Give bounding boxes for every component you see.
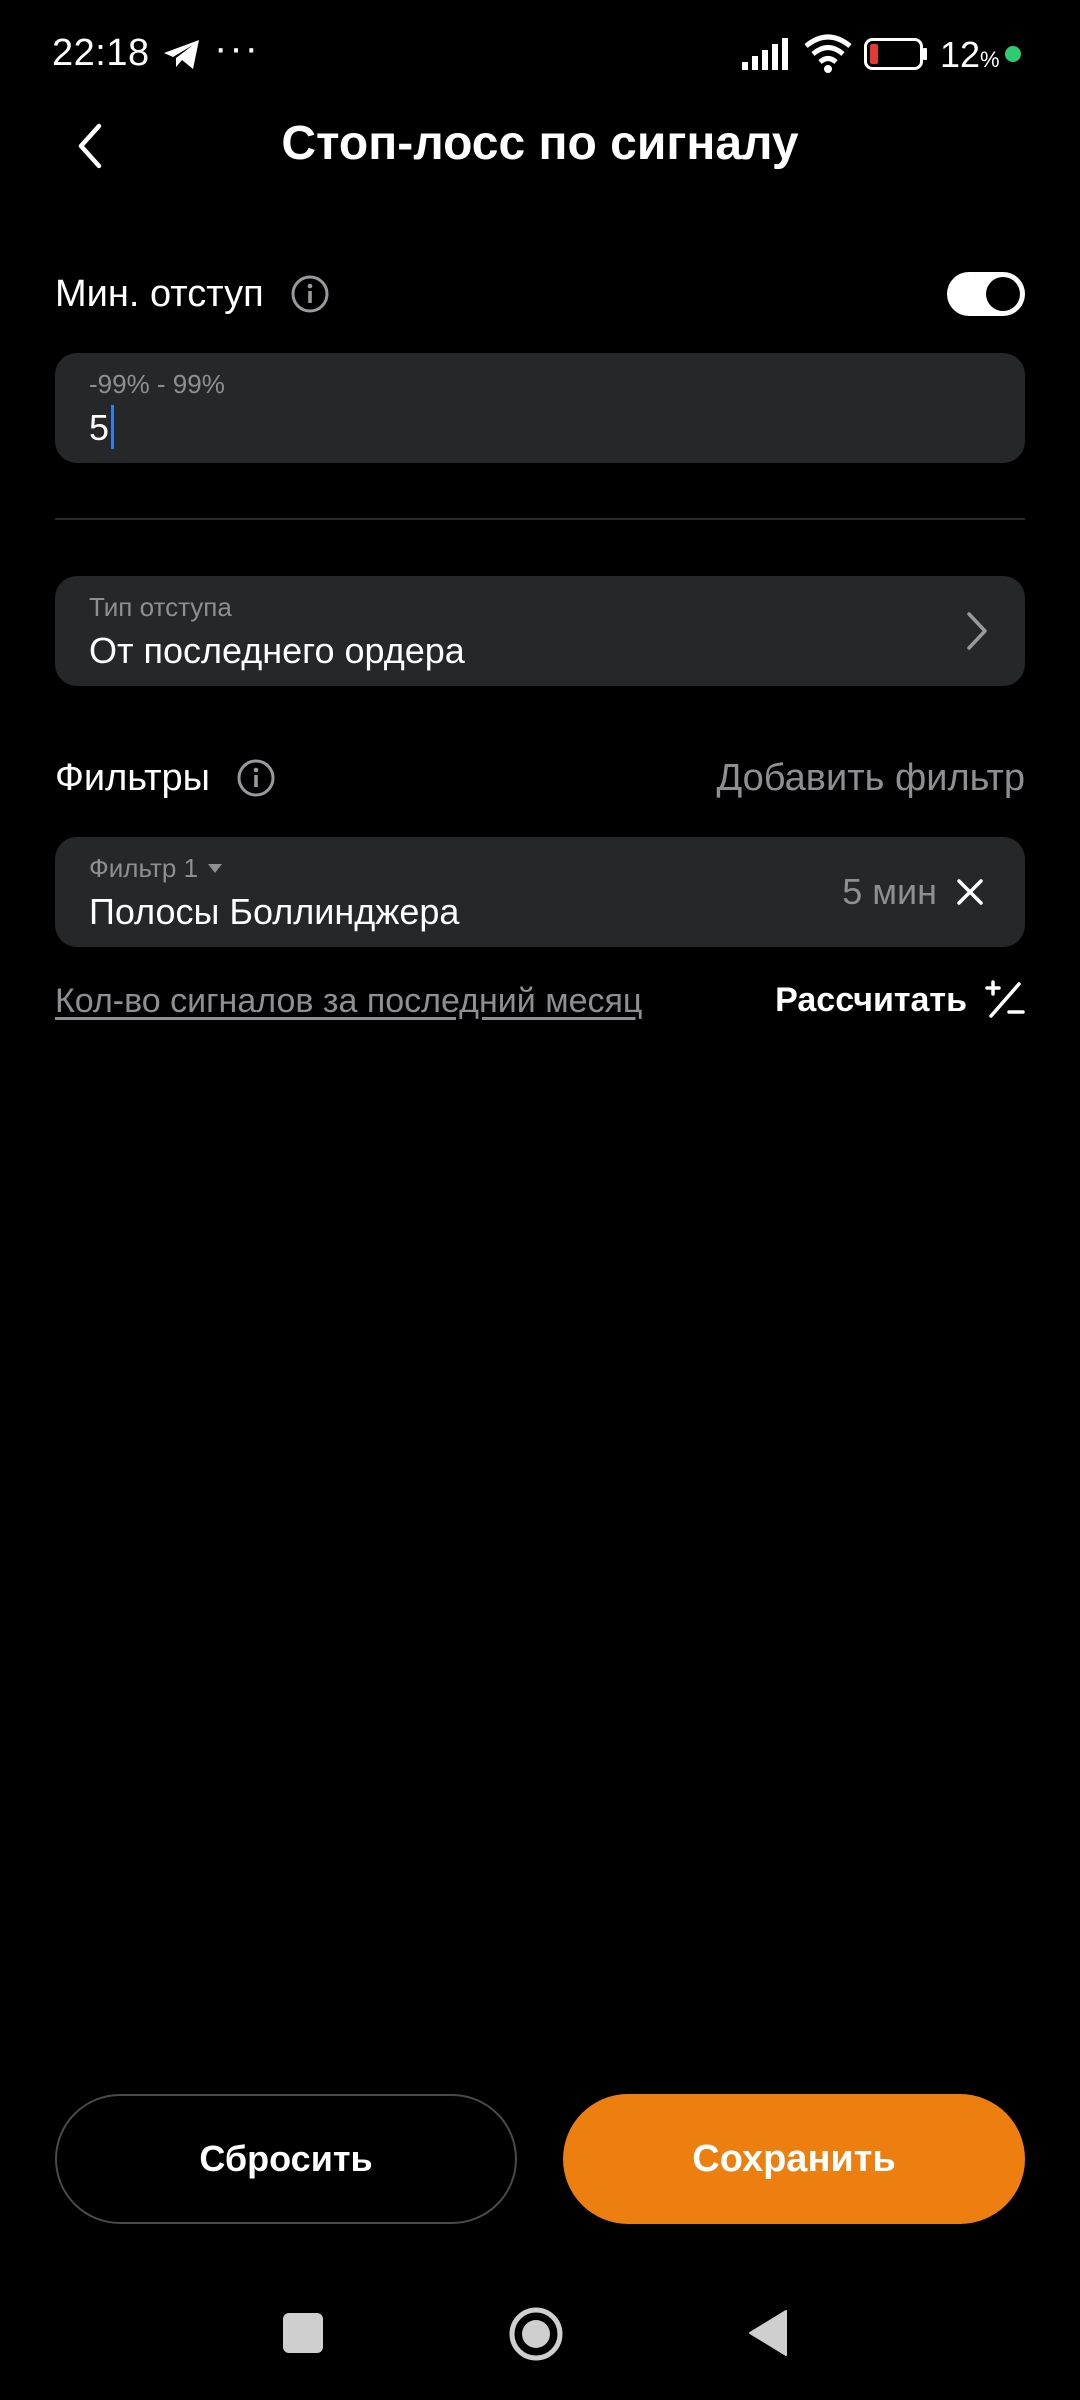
nav-back-button[interactable] bbox=[748, 2309, 788, 2357]
filter-name: Полосы Боллинджера bbox=[89, 891, 460, 932]
telegram-icon bbox=[164, 40, 199, 69]
add-filter-button[interactable]: Добавить фильтр bbox=[716, 757, 1025, 800]
page-title: Стоп-лосс по сигналу bbox=[281, 117, 799, 170]
chevron-left-icon bbox=[78, 123, 102, 169]
min-offset-label: Мин. отступ bbox=[55, 272, 264, 315]
info-icon[interactable] bbox=[236, 758, 276, 798]
calculate-button[interactable]: Рассчитать bbox=[775, 980, 1025, 1020]
more-notifications-icon: ··· bbox=[214, 26, 260, 70]
signals-count-link[interactable]: Кол-во сигналов за последний месяц bbox=[55, 982, 642, 1021]
status-time: 22:18 bbox=[52, 32, 150, 74]
min-offset-row: Мин. отступ bbox=[55, 264, 1025, 324]
save-button[interactable]: Сохранить bbox=[563, 2094, 1025, 2224]
info-icon[interactable] bbox=[290, 274, 330, 314]
filter-item[interactable]: Фильтр 1 Полосы Боллинджера 5 мин bbox=[55, 837, 1025, 947]
reset-button[interactable]: Сбросить bbox=[55, 2094, 517, 2224]
signals-row: Кол-во сигналов за последний месяц Рассч… bbox=[55, 980, 1025, 1030]
min-offset-input[interactable]: -99% - 99% 5 bbox=[55, 353, 1025, 463]
filter-timeframe: 5 мин bbox=[842, 871, 937, 912]
range-hint: -99% - 99% bbox=[89, 369, 225, 399]
offset-type-select[interactable]: Тип отступа От последнего ордера bbox=[55, 576, 1025, 686]
battery-icon bbox=[864, 38, 927, 70]
privacy-indicator-dot bbox=[1005, 46, 1021, 62]
back-button[interactable] bbox=[60, 116, 120, 176]
signal-icon bbox=[742, 38, 788, 70]
filters-label: Фильтры bbox=[55, 756, 210, 799]
recent-apps-button[interactable] bbox=[283, 2313, 323, 2353]
calculate-label: Рассчитать bbox=[775, 980, 967, 1019]
status-bar: 22:18 ··· 12% bbox=[0, 0, 1080, 110]
battery-percent: 12% bbox=[940, 34, 1000, 75]
filter-hint[interactable]: Фильтр 1 bbox=[89, 853, 223, 884]
min-offset-toggle[interactable] bbox=[947, 272, 1025, 316]
calculator-icon bbox=[985, 980, 1025, 1018]
min-offset-value: 5 bbox=[89, 405, 115, 450]
home-button[interactable] bbox=[508, 2306, 564, 2362]
offset-type-hint: Тип отступа bbox=[89, 592, 232, 622]
offset-type-value: От последнего ордера bbox=[89, 630, 465, 671]
filters-row: Фильтры Добавить фильтр bbox=[55, 748, 1025, 808]
divider bbox=[55, 518, 1025, 520]
caret-down-icon bbox=[208, 864, 223, 873]
text-caret bbox=[111, 405, 115, 450]
wifi-icon bbox=[804, 34, 852, 73]
toggle-knob bbox=[986, 277, 1020, 311]
close-icon[interactable] bbox=[955, 877, 985, 907]
chevron-right-icon bbox=[967, 612, 987, 650]
